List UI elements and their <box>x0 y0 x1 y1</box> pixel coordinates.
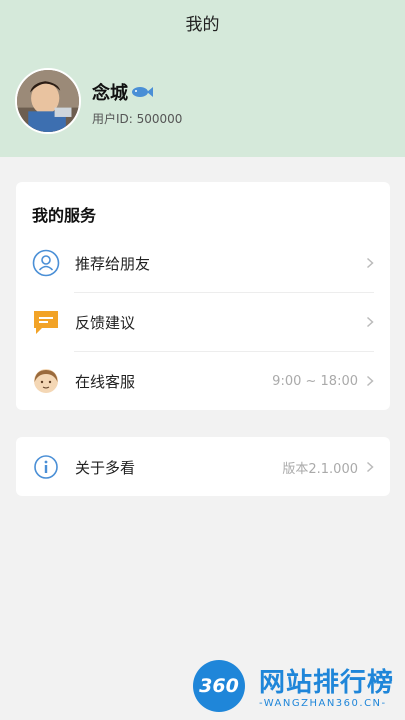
version-text: 版本2.1.000 <box>282 461 358 477</box>
chevron-right-icon <box>366 257 374 269</box>
fish-icon <box>132 87 153 97</box>
customer-service-icon <box>32 367 60 395</box>
recommend-label: 推荐给朋友 <box>75 254 151 273</box>
feedback-item[interactable]: 反馈建议 <box>32 293 374 351</box>
recommend-to-friend-item[interactable]: 推荐给朋友 <box>32 234 374 292</box>
watermark-badge: 360 <box>193 660 245 712</box>
username: 念城 <box>92 79 153 105</box>
profile-header: 我的 念城 用户ID: 500000 <box>0 0 405 157</box>
page-title: 我的 <box>185 15 220 35</box>
user-share-icon <box>32 249 60 277</box>
avatar-photo-icon <box>17 70 79 132</box>
site-watermark: 360 网站排行榜 -WANGZHAN360.CN- <box>193 656 403 720</box>
about-label: 关于多看 <box>75 458 136 477</box>
service-hours: 9:00 ~ 18:00 <box>272 373 358 389</box>
about-item[interactable]: 关于多看 版本2.1.000 <box>32 438 374 496</box>
chevron-right-icon <box>366 375 374 387</box>
watermark-title: 网站排行榜 <box>259 668 395 698</box>
watermark-subtitle: -WANGZHAN360.CN- <box>259 698 387 709</box>
online-service-label: 在线客服 <box>75 372 136 391</box>
online-service-item[interactable]: 在线客服 9:00 ~ 18:00 <box>32 352 374 410</box>
info-icon <box>32 453 60 481</box>
services-title: 我的服务 <box>32 206 97 225</box>
user-id: 用户ID: 500000 <box>92 112 183 126</box>
services-card: 我的服务 推荐给朋友 反馈建议 在线客服 9:00 ~ 18:00 <box>16 182 390 410</box>
chevron-right-icon <box>366 461 374 473</box>
feedback-label: 反馈建议 <box>75 313 136 332</box>
feedback-icon <box>32 308 60 336</box>
username-text: 念城 <box>92 83 128 104</box>
about-card: 关于多看 版本2.1.000 <box>16 437 390 496</box>
chevron-right-icon <box>366 316 374 328</box>
avatar[interactable] <box>15 68 81 134</box>
